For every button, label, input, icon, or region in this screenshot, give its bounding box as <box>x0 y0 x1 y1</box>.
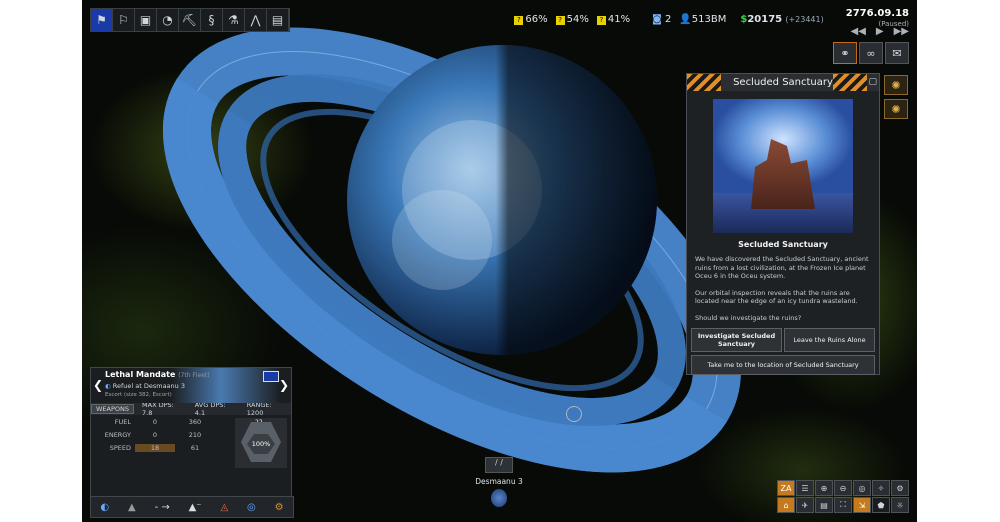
event-text-1: We have discovered the Secluded Sanctuar… <box>695 255 869 280</box>
prev-fleet-icon[interactable]: ❮ <box>93 378 103 392</box>
game-viewport[interactable]: ⚑ ⚐ ▣ ◔ ⛏ § ⚗ ⋀ ▤ ? 66% ? 54% ? 41% ◙ 2 👤51… <box>82 0 917 522</box>
flask-icon[interactable]: ⚗ <box>223 9 245 31</box>
contacts-icon[interactable]: ▣ <box>135 9 157 31</box>
fleet-order: Refuel at Desmaanu 3 <box>112 382 185 390</box>
planet-count-icon: ◙ <box>652 13 662 25</box>
map-control-10[interactable]: ⛶ <box>834 497 852 513</box>
play-button[interactable]: ▶ <box>876 26 884 37</box>
planet-name: Desmaanu 3 <box>475 477 523 486</box>
event-dialog: Secluded Sanctuary ▢ Secluded Sanctuary … <box>686 73 880 375</box>
planet-icon[interactable]: ◔ <box>157 9 179 31</box>
range: RANGE: 1200 <box>246 401 272 417</box>
tab-weapons[interactable]: WEAPONS <box>91 404 135 414</box>
fleet-health-hex[interactable]: 22 72 100% <box>235 418 287 468</box>
alert-triangle-icon[interactable]: ◬ <box>220 502 228 513</box>
orbit-icon[interactable]: ◎ <box>247 502 256 513</box>
map-control-1[interactable]: ☰ <box>796 480 814 496</box>
flag-icon[interactable]: ⚑ <box>91 9 113 31</box>
next-fleet-icon[interactable]: ❯ <box>279 378 289 392</box>
leave-button[interactable]: Leave the Ruins Alone <box>784 328 875 352</box>
event-queue: ✺ ✺ <box>884 75 908 119</box>
banner-icon[interactable]: ⚐ <box>113 9 135 31</box>
investigate-button[interactable]: Investigate Secluded Sanctuary <box>691 328 782 352</box>
fleet-header: ❮ Lethal Mandate (7th Fleet) ◐ Refuel at… <box>91 368 291 403</box>
fleet-escort: Escort (size 382, Escort) <box>105 392 172 398</box>
planet-label[interactable]: / / Desmaanu 3 <box>474 457 524 512</box>
empire-flag-icon <box>263 371 279 382</box>
avg-dps: AVG DPS: 4.1 <box>194 401 226 417</box>
map-control-8[interactable]: ✈ <box>796 497 814 513</box>
mail-icon[interactable]: ✉ <box>885 42 909 64</box>
weapons-row: WEAPONS MAX DPS: 7.8 AVG DPS: 4.1 RANGE:… <box>91 401 291 417</box>
speed-up-button[interactable]: ▶▶ <box>894 26 909 37</box>
cursor-reticle-icon <box>566 406 582 422</box>
diplomacy-icon[interactable]: ⚭ <box>833 42 857 64</box>
planet-fleet-icon: / / <box>485 457 513 473</box>
planet-thumb-icon <box>491 489 507 507</box>
fleet-tag: (7th Fleet) <box>178 372 210 379</box>
fleet-panel: ❮ Lethal Mandate (7th Fleet) ◐ Refuel at… <box>90 367 292 500</box>
event-header: Secluded Sanctuary ▢ <box>687 74 879 91</box>
map-control-4[interactable]: ◎ <box>853 480 871 496</box>
fleet-icon[interactable]: ⋀ <box>245 9 267 31</box>
event-question: Should we investigate the ruins? <box>695 313 802 322</box>
locate-button[interactable]: Take me to the location of Secluded Sanc… <box>691 355 875 375</box>
population[interactable]: 👤513BM <box>679 14 726 25</box>
map-control-6[interactable]: ⚙ <box>891 480 909 496</box>
map-control-5[interactable]: ✧ <box>872 480 890 496</box>
population-icon: 👤 <box>679 13 692 25</box>
map-control-9[interactable]: ▤ <box>815 497 833 513</box>
attack-icon[interactable]: ▲⁻ <box>189 502 202 513</box>
event-image <box>713 99 853 233</box>
map-control-11[interactable]: ⇲ <box>853 497 871 513</box>
stat-3[interactable]: ? 41% <box>596 14 630 25</box>
map-control-12[interactable]: ⬟ <box>872 497 890 513</box>
slow-down-button[interactable]: ◀◀ <box>851 26 866 37</box>
event-alert-icon[interactable]: ✺ <box>884 75 908 95</box>
settings-icon[interactable]: ⚙ <box>275 502 284 513</box>
zoom-out-icon[interactable]: ⊖ <box>834 480 852 496</box>
ruins-illustration <box>751 139 815 209</box>
stat-1[interactable]: ? 66% <box>514 14 548 25</box>
map-controls: ZA ☰ ⊕ ⊖ ◎ ✧ ⚙ ⌂ ✈ ▤ ⛶ ⇲ ⬟ ☼ <box>777 480 909 513</box>
max-dps: MAX DPS: 7.8 <box>142 401 174 417</box>
event-title: Secluded Sanctuary <box>733 77 833 88</box>
header-stripes-left <box>687 74 721 91</box>
event-alert-icon-2[interactable]: ✺ <box>884 99 908 119</box>
map-control-7[interactable]: ⌂ <box>777 497 795 513</box>
zoom-in-icon[interactable]: ⊕ <box>815 480 833 496</box>
stat-2[interactable]: ? 54% <box>555 14 589 25</box>
close-icon[interactable]: ▢ <box>868 74 877 91</box>
refuel-action-icon[interactable]: ◐ <box>100 502 109 513</box>
warning-icon[interactable]: ▲ <box>128 502 136 513</box>
event-image-title: Secluded Sanctuary <box>738 240 828 249</box>
refuel-icon: ◐ <box>105 382 111 390</box>
archive-icon[interactable]: ▤ <box>267 9 289 31</box>
research-icon[interactable]: § <box>201 9 223 31</box>
notification-icons: ⚭ ∞ ✉ <box>833 42 909 64</box>
map-control-0[interactable]: ZA <box>777 480 795 496</box>
relations-icon[interactable]: ∞ <box>859 42 883 64</box>
fleet-action-bar: ◐ ▲ - → ▲⁻ ◬ ◎ ⚙ <box>90 496 294 518</box>
event-text-2: Our orbital inspection reveals that the … <box>695 288 858 306</box>
event-choices: Investigate Secluded Sanctuary Leave the… <box>691 328 875 352</box>
fleet-name[interactable]: Lethal Mandate <box>105 370 175 379</box>
move-arrow-icon[interactable]: - → <box>155 502 170 513</box>
pickaxe-icon[interactable]: ⛏ <box>179 9 201 31</box>
planet-count[interactable]: ◙ 2 <box>652 14 671 25</box>
map-control-13[interactable]: ☼ <box>891 497 909 513</box>
money[interactable]: $20175 (+23441) <box>740 14 823 25</box>
main-toolbar: ⚑ ⚐ ▣ ◔ ⛏ § ⚗ ⋀ ▤ <box>90 8 290 32</box>
header-stripes-right <box>833 74 867 91</box>
speed-controls: ◀◀ ▶ ▶▶ <box>851 26 909 37</box>
